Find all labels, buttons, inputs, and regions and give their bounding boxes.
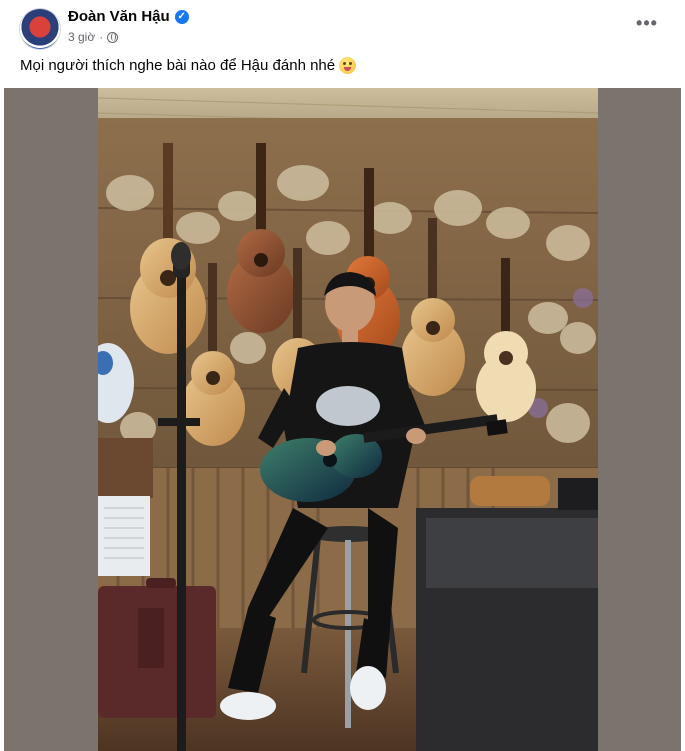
author-line: Đoàn Văn Hậu ✓ [68,8,189,25]
post-photo[interactable] [98,88,598,751]
post-meta: 3 giờ · [68,30,119,44]
author-name[interactable]: Đoàn Văn Hậu [68,8,170,25]
post-header: Đoàn Văn Hậu ✓ 3 giờ · ••• [0,0,685,56]
winking-tongue-emoji-icon [339,57,357,74]
globe-icon[interactable] [107,31,119,43]
post-time[interactable]: 3 giờ [68,30,95,44]
post-photo-frame[interactable] [4,88,681,751]
more-options-icon[interactable]: ••• [635,14,659,36]
verified-badge-icon: ✓ [174,9,189,24]
caption-text: Mọi người thích nghe bài nào để Hậu đánh… [20,57,336,74]
facebook-post: Đoàn Văn Hậu ✓ 3 giờ · ••• Mọi người thí… [0,0,685,751]
post-caption: Mọi người thích nghe bài nào để Hậu đánh… [20,57,357,74]
photo-scene [98,88,598,751]
author-avatar[interactable] [20,9,60,49]
meta-separator: · [99,30,104,44]
